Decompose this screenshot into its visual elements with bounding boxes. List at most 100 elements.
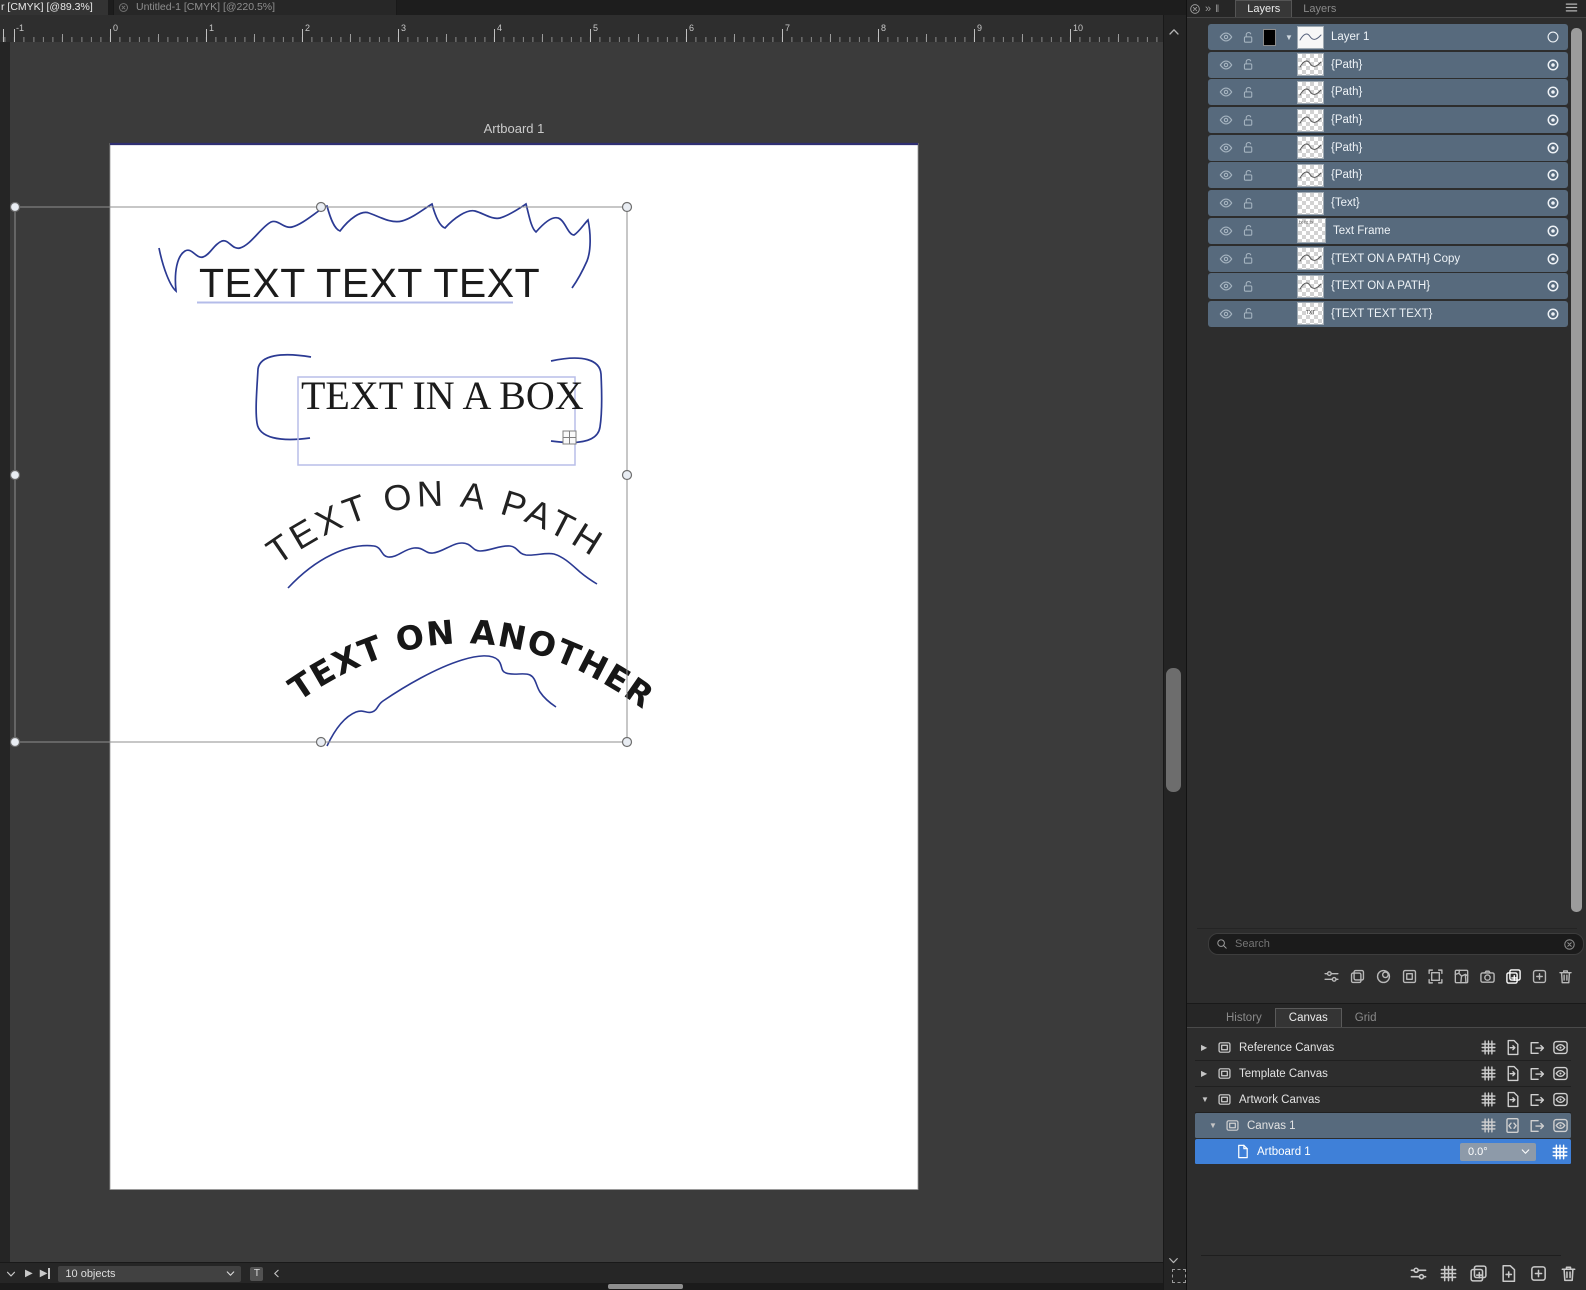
select-target-icon[interactable] (1546, 196, 1560, 210)
visibility-icon[interactable] (1219, 252, 1233, 266)
skip-end-icon[interactable]: ▶ (40, 1268, 51, 1279)
visibility-icon[interactable] (1219, 279, 1233, 293)
lock-icon[interactable] (1242, 280, 1255, 293)
canvas-row[interactable]: ▶ Template Canvas (1195, 1061, 1571, 1087)
new-layer-icon[interactable] (1531, 968, 1548, 985)
layer-label[interactable]: {Path} (1331, 59, 1546, 71)
snapshot-icon[interactable] (1479, 968, 1496, 985)
layer-row[interactable]: {Path} (1208, 162, 1568, 189)
panel-menu-icon[interactable] (1564, 0, 1579, 15)
new-page-icon[interactable] (1499, 1264, 1518, 1283)
lock-icon[interactable] (1242, 252, 1255, 265)
tab-layers-2[interactable]: Layers (1292, 1, 1347, 17)
vector-mask-icon[interactable] (1453, 968, 1470, 985)
layer-row[interactable]: tx tx tx Text Frame (1208, 217, 1568, 244)
layer-label[interactable]: Text Frame (1333, 225, 1546, 237)
canvas-label[interactable]: Artwork Canvas (1239, 1094, 1480, 1106)
grid-icon[interactable] (1551, 1143, 1569, 1161)
artboard-title[interactable]: Artboard 1 (484, 121, 545, 136)
play-icon[interactable]: ▶ (25, 1268, 33, 1279)
visibility-box-icon[interactable] (1552, 1091, 1569, 1108)
document-tab-active[interactable]: r [CMYK] [@89.3%] (0, 0, 108, 15)
code-page-icon[interactable] (1504, 1117, 1521, 1134)
artwork-text-plain[interactable]: TEXT TEXT TEXT (199, 260, 540, 306)
collapse-panel-icon[interactable]: » (1205, 3, 1211, 15)
lock-icon[interactable] (1242, 141, 1255, 154)
layer-row[interactable]: {TEXT ON A PATH} Copy (1208, 245, 1568, 272)
back-chevron-icon[interactable] (270, 1267, 283, 1280)
select-target-icon[interactable] (1546, 224, 1560, 238)
layer-label[interactable]: {TEXT ON A PATH} Copy (1331, 253, 1546, 265)
close-panel-icon[interactable] (1189, 3, 1201, 15)
layer-thumbnail[interactable]: TXT (1297, 302, 1324, 326)
scroll-down-icon[interactable] (1166, 1253, 1181, 1268)
vertical-scrollbar[interactable] (1163, 15, 1187, 1290)
layer-thumbnail[interactable] (1297, 191, 1324, 215)
select-target-icon[interactable] (1546, 85, 1560, 99)
expand-arrow-icon[interactable]: ▶ (1201, 1069, 1217, 1078)
visibility-box-icon[interactable] (1552, 1039, 1569, 1056)
new-canvas-icon[interactable] (1469, 1264, 1488, 1283)
grid-icon[interactable] (1480, 1039, 1497, 1056)
visibility-icon[interactable] (1219, 113, 1233, 127)
layer-label[interactable]: {Path} (1331, 142, 1546, 154)
select-target-icon[interactable] (1546, 307, 1560, 321)
layer-row[interactable]: {Path} (1208, 51, 1568, 78)
layer-thumbnail[interactable] (1297, 247, 1324, 270)
delete-canvas-icon[interactable] (1559, 1264, 1578, 1283)
group-layers-icon[interactable] (1401, 968, 1418, 985)
artboard-label[interactable]: Artboard 1 (1257, 1146, 1460, 1158)
delete-layer-icon[interactable] (1557, 968, 1574, 985)
layer-thumbnail[interactable] (1297, 136, 1324, 160)
layer-thumbnail[interactable] (1297, 274, 1324, 298)
lock-icon[interactable] (1242, 31, 1255, 44)
layer-row[interactable]: ▼ Layer 1 (1208, 24, 1568, 50)
canvas-row[interactable]: ▶ Reference Canvas (1195, 1035, 1571, 1061)
visibility-box-icon[interactable] (1552, 1065, 1569, 1082)
horizontal-scrollbar[interactable] (0, 1283, 1163, 1290)
layer-thumbnail[interactable] (1297, 53, 1324, 77)
canvas-row-highlighted[interactable]: ▼ Canvas 1 (1195, 1113, 1571, 1139)
lock-icon[interactable] (1242, 86, 1255, 99)
layers-search[interactable] (1208, 933, 1584, 955)
grid-icon[interactable] (1439, 1264, 1458, 1283)
canvas-label[interactable]: Template Canvas (1239, 1068, 1480, 1080)
visibility-icon[interactable] (1219, 196, 1233, 210)
layer-row[interactable]: {Text} (1208, 190, 1568, 217)
tab-canvas[interactable]: Canvas (1274, 1008, 1342, 1027)
layer-thumbnail[interactable] (1297, 163, 1324, 187)
grid-icon[interactable] (1480, 1117, 1497, 1134)
visibility-icon[interactable] (1219, 85, 1233, 99)
layer-thumbnail[interactable] (1297, 80, 1324, 104)
collapse-arrow-icon[interactable]: ▼ (1201, 1095, 1217, 1104)
select-circle-icon[interactable] (1546, 30, 1560, 44)
layer-thumbnail[interactable] (1297, 108, 1324, 132)
tab-grid[interactable]: Grid (1342, 1009, 1390, 1027)
canvas-row[interactable]: ▼ Artwork Canvas (1195, 1087, 1571, 1113)
export-icon[interactable] (1528, 1039, 1545, 1056)
lock-icon[interactable] (1242, 307, 1255, 320)
visibility-icon[interactable] (1219, 141, 1233, 155)
duplicate-layer-icon[interactable] (1349, 968, 1366, 985)
tab-history[interactable]: History (1213, 1009, 1275, 1027)
select-target-icon[interactable] (1546, 58, 1560, 72)
visibility-icon[interactable] (1219, 224, 1233, 238)
layer-label[interactable]: {Path} (1331, 169, 1546, 181)
layer-row[interactable]: TXT {TEXT TEXT TEXT} (1208, 300, 1568, 327)
horizontal-scroll-thumb[interactable] (608, 1284, 683, 1289)
blend-options-icon[interactable] (1323, 968, 1340, 985)
export-icon[interactable] (1528, 1091, 1545, 1108)
vertical-scroll-thumb[interactable] (1166, 668, 1181, 792)
layer-row[interactable]: {Path} (1208, 134, 1568, 161)
select-target-icon[interactable] (1546, 141, 1560, 155)
objects-dropdown[interactable]: 10 objects (58, 1265, 242, 1282)
layers-scroll-thumb[interactable] (1571, 28, 1582, 912)
tab-layers[interactable]: Layers (1235, 0, 1293, 17)
canvas-viewport[interactable]: Artboard 1 TEXT TEXT TEXT TEXT IN A BOX (0, 0, 1163, 1262)
lock-icon[interactable] (1242, 197, 1255, 210)
layer-label[interactable]: {Path} (1331, 114, 1546, 126)
visibility-icon[interactable] (1219, 58, 1233, 72)
lock-icon[interactable] (1242, 58, 1255, 71)
document-tab-inactive[interactable]: Untitled-1 [CMYK] [@220.5%] (113, 0, 397, 15)
insert-frame-icon[interactable] (1427, 968, 1444, 985)
